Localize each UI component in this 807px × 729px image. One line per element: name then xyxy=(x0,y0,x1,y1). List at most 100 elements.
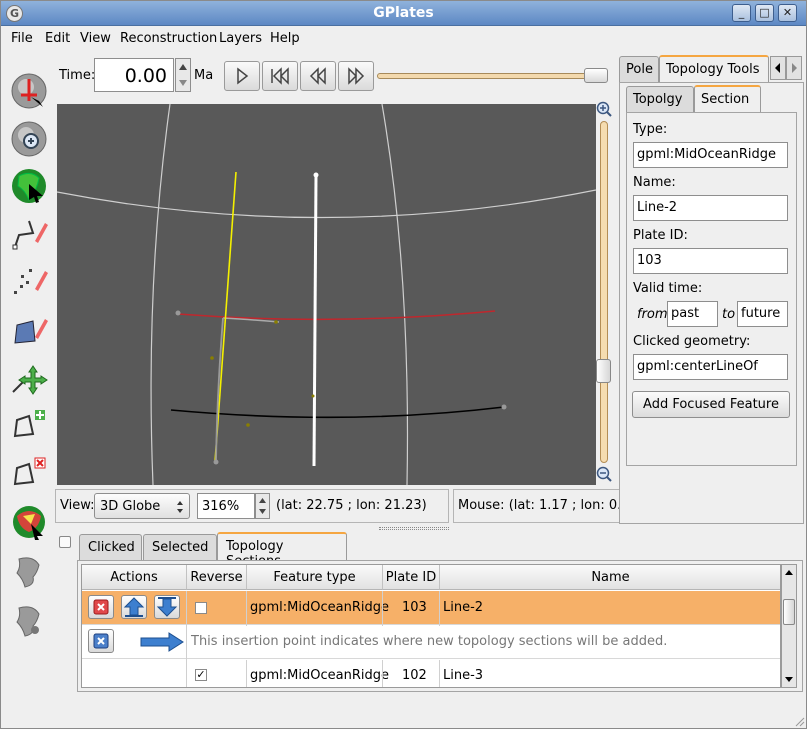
digitise-polyline-icon[interactable] xyxy=(9,213,49,253)
dock-float-button[interactable] xyxy=(59,536,71,548)
time-slider-handle[interactable] xyxy=(584,68,608,83)
time-slider-track[interactable] xyxy=(377,73,605,79)
reverse-checkbox[interactable] xyxy=(195,602,207,614)
reconstruction-time-input[interactable]: 0.00 xyxy=(94,58,174,92)
view-status-bar: View: 3D Globe 316% (lat: 22.75 ; lon: 2… xyxy=(55,489,449,523)
play-button[interactable] xyxy=(224,61,260,91)
valid-to-field[interactable]: future xyxy=(737,301,788,327)
intersection-point xyxy=(311,394,315,398)
reverse-checkbox-checked[interactable]: ✓ xyxy=(195,669,207,681)
projection-value: 3D Globe xyxy=(100,499,161,514)
header-feature-type[interactable]: Feature type xyxy=(247,565,383,590)
zoom-slider-handle[interactable] xyxy=(596,359,611,383)
rewind-to-start-button[interactable] xyxy=(262,61,298,91)
zoom-globe-icon[interactable] xyxy=(9,119,49,159)
plate-id-cell: 103 xyxy=(402,600,427,615)
feature-type-cell: gpml:MidOceanRidge xyxy=(250,600,389,615)
clicked-geometry-field[interactable]: gpml:centerLineOf xyxy=(633,354,788,380)
from-label: from xyxy=(637,307,668,322)
scroll-down-icon[interactable] xyxy=(783,675,795,685)
chevron-left-icon xyxy=(775,63,780,73)
build-topology-icon[interactable] xyxy=(9,502,49,542)
zoom-percent-input[interactable]: 316% xyxy=(197,493,255,519)
arrow-up-icon xyxy=(123,597,145,617)
plate-id-field[interactable]: 103 xyxy=(633,248,788,274)
vertex-point xyxy=(175,310,181,316)
cancel-icon xyxy=(93,633,109,649)
zoom-percent-spin[interactable] xyxy=(255,493,270,519)
menu-reconstruction[interactable]: Reconstruction xyxy=(120,31,217,46)
remove-icon xyxy=(93,599,109,615)
column-divider xyxy=(382,591,383,626)
focused-feature-line[interactable] xyxy=(312,175,318,467)
cancel-insertion-button[interactable] xyxy=(88,629,114,653)
zoom-out-icon[interactable] xyxy=(596,466,612,482)
tab-topology-sections[interactable]: Topology Sections xyxy=(217,532,347,569)
tab-scroll-left-button[interactable] xyxy=(770,56,786,80)
valid-from-field[interactable]: past xyxy=(667,301,718,327)
select-arrows-icon xyxy=(177,501,183,513)
add-focused-feature-button[interactable]: Add Focused Feature xyxy=(632,391,790,418)
menu-help[interactable]: Help xyxy=(270,31,300,46)
zoom-slider-track[interactable] xyxy=(600,121,608,463)
header-actions[interactable]: Actions xyxy=(82,565,187,590)
minimize-button[interactable]: _ xyxy=(732,4,751,22)
header-plate-id[interactable]: Plate ID xyxy=(383,565,440,590)
move-section-up-button[interactable] xyxy=(121,595,147,619)
canvas-tool-bar xyxy=(1,53,57,653)
tab-clicked[interactable]: Clicked xyxy=(79,534,142,560)
choose-feature-icon[interactable] xyxy=(9,166,49,206)
menu-edit[interactable]: Edit xyxy=(45,31,70,46)
menu-file[interactable]: File xyxy=(11,31,33,46)
insert-vertex-icon[interactable] xyxy=(9,406,49,446)
close-window-button[interactable]: ✕ xyxy=(778,4,797,22)
digitise-polygon-icon[interactable] xyxy=(9,309,49,349)
plate-id-cell: 102 xyxy=(402,668,427,683)
digitise-multipoint-icon[interactable] xyxy=(9,261,49,301)
move-section-down-button[interactable] xyxy=(154,595,180,619)
type-field[interactable]: gpml:MidOceanRidge xyxy=(633,142,788,168)
name-cell: Line-2 xyxy=(443,600,484,615)
tab-topology[interactable]: Topolgy xyxy=(626,86,694,112)
arrow-down-icon xyxy=(156,597,178,617)
resize-grip-icon[interactable] xyxy=(793,715,805,727)
insertion-arrow-icon xyxy=(140,632,184,652)
delete-vertex-icon[interactable] xyxy=(9,454,49,494)
ridge-line-black[interactable] xyxy=(170,406,505,419)
projection-select[interactable]: 3D Globe xyxy=(94,493,190,519)
header-reverse[interactable]: Reverse xyxy=(187,565,247,590)
tab-selected[interactable]: Selected xyxy=(143,534,217,560)
edit-topology-icon[interactable] xyxy=(9,551,49,591)
menu-view[interactable]: View xyxy=(80,31,111,46)
feature-type-cell: gpml:MidOceanRidge xyxy=(250,668,389,683)
time-unit-label: Ma xyxy=(194,68,214,83)
table-vertical-scrollbar[interactable] xyxy=(781,564,797,688)
maximize-button[interactable]: □ xyxy=(755,4,774,22)
splitter-handle[interactable] xyxy=(379,527,449,530)
move-vertex-icon[interactable] xyxy=(9,358,49,398)
chevron-right-icon xyxy=(792,63,797,73)
tab-topology-tools[interactable]: Topology Tools xyxy=(659,55,769,82)
type-label: Type: xyxy=(633,122,668,137)
manipulate-pole-icon[interactable] xyxy=(9,600,49,640)
tab-pole[interactable]: Pole xyxy=(619,56,659,82)
intersection-point xyxy=(274,320,278,324)
column-divider xyxy=(246,660,247,687)
rewind-start-icon xyxy=(271,67,289,85)
intersection-point xyxy=(246,423,250,427)
step-forward-button[interactable] xyxy=(338,61,374,91)
remove-section-button[interactable] xyxy=(88,595,114,619)
header-name[interactable]: Name xyxy=(440,565,780,590)
scrollbar-thumb[interactable] xyxy=(783,599,795,625)
scroll-up-icon[interactable] xyxy=(783,567,795,577)
drag-globe-icon[interactable] xyxy=(9,71,49,111)
play-icon xyxy=(237,67,249,85)
tab-section[interactable]: Section xyxy=(694,85,761,112)
globe-canvas[interactable] xyxy=(57,104,596,485)
zoom-in-icon[interactable] xyxy=(596,101,612,117)
name-field[interactable]: Line-2 xyxy=(633,195,788,221)
menu-layers[interactable]: Layers xyxy=(219,31,262,46)
step-back-button[interactable] xyxy=(300,61,336,91)
tab-scroll-right-button[interactable] xyxy=(786,56,802,80)
time-spin-buttons[interactable] xyxy=(175,58,191,92)
